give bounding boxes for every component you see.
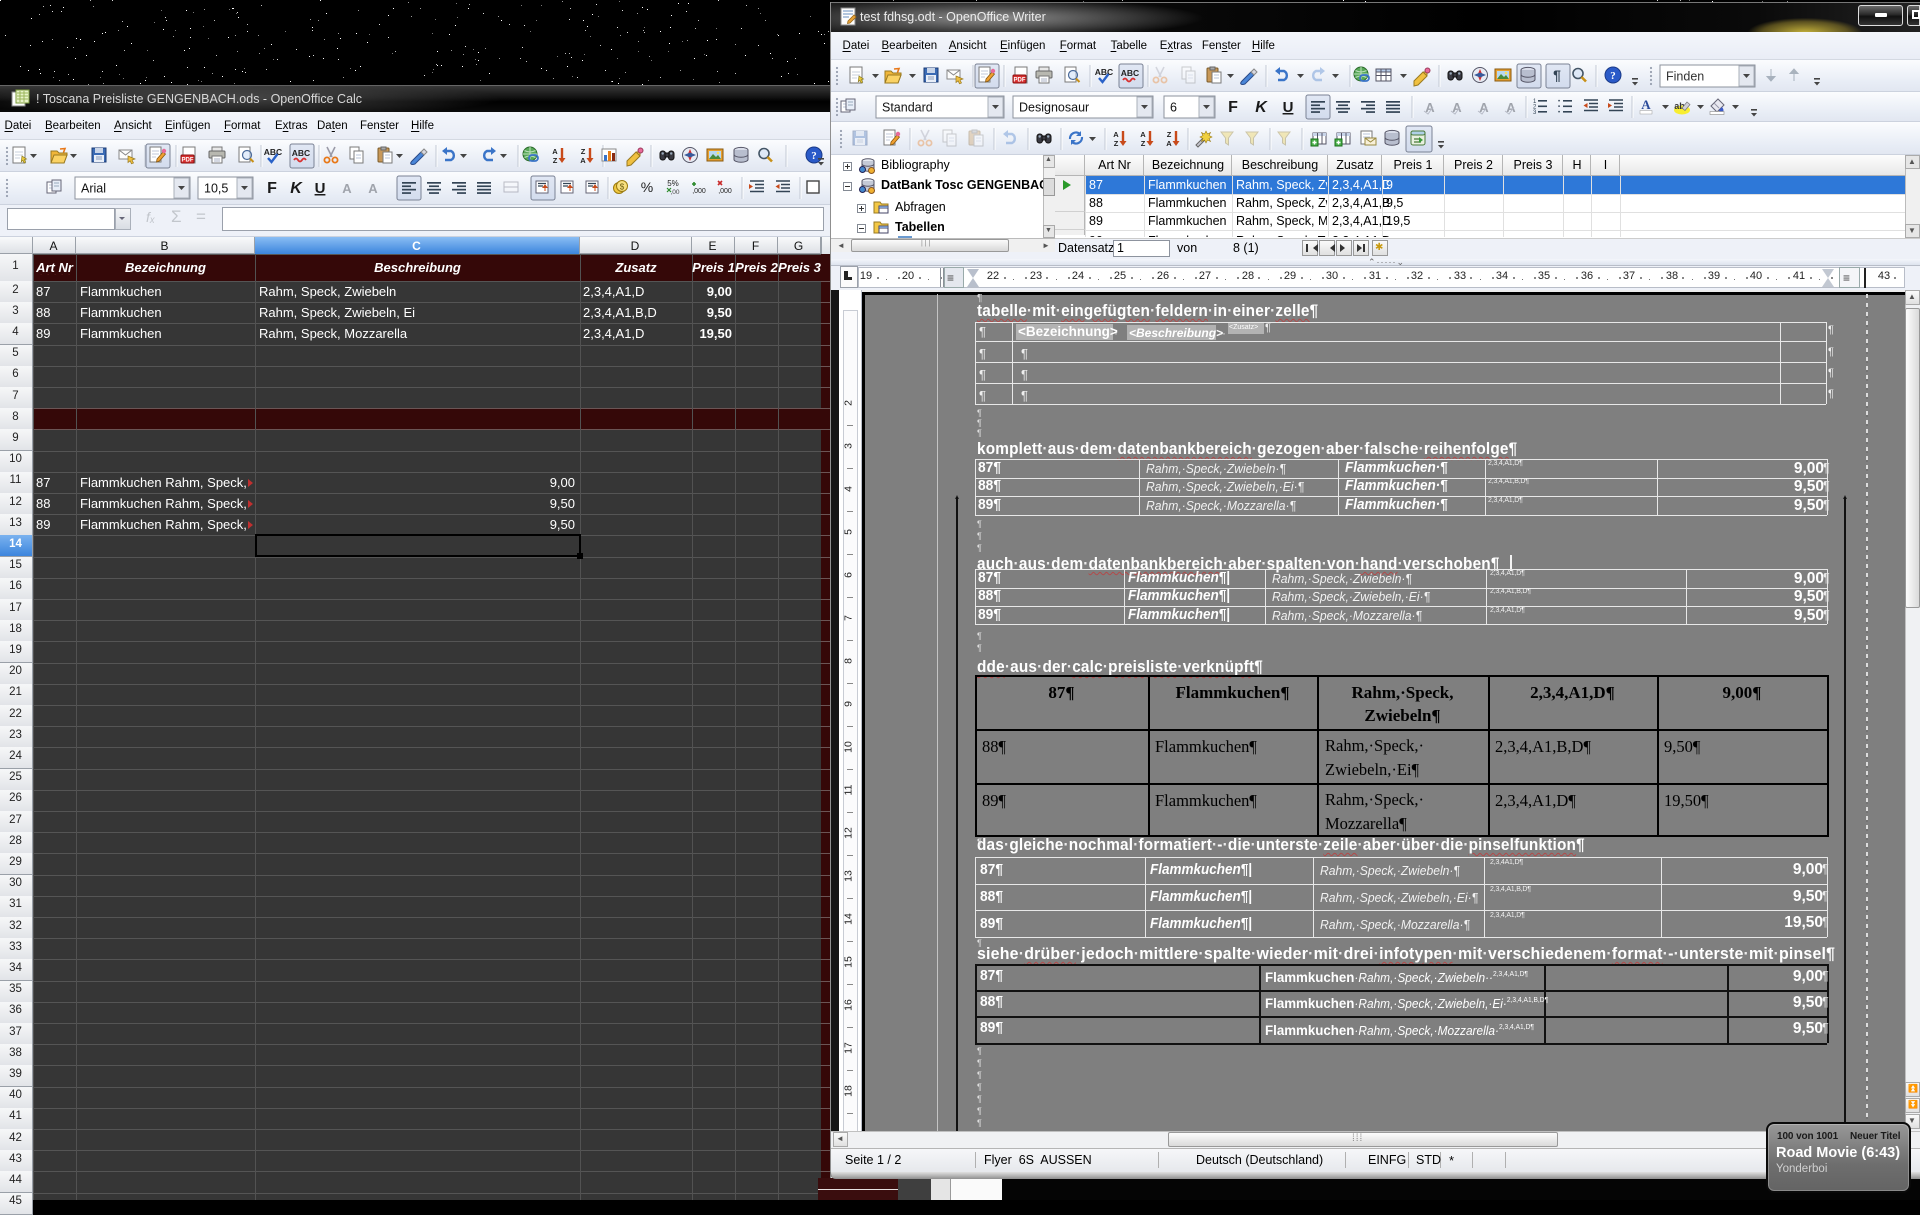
svg-text:ABC: ABC	[1095, 67, 1113, 77]
svg-text:K: K	[1255, 99, 1268, 116]
svg-text:Arial: Arial	[81, 182, 106, 196]
svg-text:•: •	[1558, 110, 1560, 116]
svg-text:Z: Z	[1141, 139, 1146, 148]
svg-text:%: %	[641, 179, 653, 195]
svg-text:A: A	[580, 156, 586, 165]
svg-text:?: ?	[1610, 70, 1616, 82]
svg-text:$: $	[620, 183, 625, 192]
svg-text:K: K	[290, 180, 303, 197]
svg-text:¶: ¶	[1553, 67, 1561, 83]
svg-text:ABC: ABC	[264, 147, 282, 157]
svg-text:5%: 5%	[667, 179, 679, 188]
svg-text:A: A	[1140, 130, 1146, 139]
svg-text:PDF: PDF	[182, 158, 194, 164]
svg-text:10,5: 10,5	[204, 182, 228, 196]
svg-text:ABC: ABC	[1121, 68, 1139, 78]
svg-text:A: A	[1166, 139, 1172, 148]
svg-text:ABC: ABC	[292, 148, 310, 158]
svg-text:A: A	[368, 181, 378, 196]
svg-text:Z: Z	[1167, 130, 1172, 139]
svg-text:A: A	[342, 181, 352, 196]
svg-text:3: 3	[1533, 110, 1537, 116]
svg-text:Z: Z	[553, 156, 558, 165]
svg-text:U: U	[315, 180, 326, 197]
svg-text:U: U	[1283, 99, 1294, 116]
svg-text:Z: Z	[581, 147, 586, 156]
svg-text:Designosaur: Designosaur	[1019, 101, 1089, 115]
svg-text:6: 6	[1170, 101, 1177, 115]
svg-text:Standard: Standard	[882, 101, 933, 115]
svg-text:F: F	[1228, 99, 1238, 116]
svg-text:,000: ,000	[692, 188, 706, 195]
svg-text:,00: ,00	[670, 189, 679, 196]
svg-text:A: A	[1641, 97, 1651, 112]
svg-text:A: A	[1113, 130, 1119, 139]
svg-text:,000: ,000	[718, 188, 732, 195]
svg-text:Z: Z	[1114, 139, 1119, 148]
svg-text:A: A	[552, 147, 558, 156]
svg-text:?: ?	[811, 150, 817, 162]
svg-text:F: F	[267, 180, 277, 197]
svg-text:PDF: PDF	[1014, 78, 1026, 84]
svg-text:Finden: Finden	[1666, 70, 1704, 84]
